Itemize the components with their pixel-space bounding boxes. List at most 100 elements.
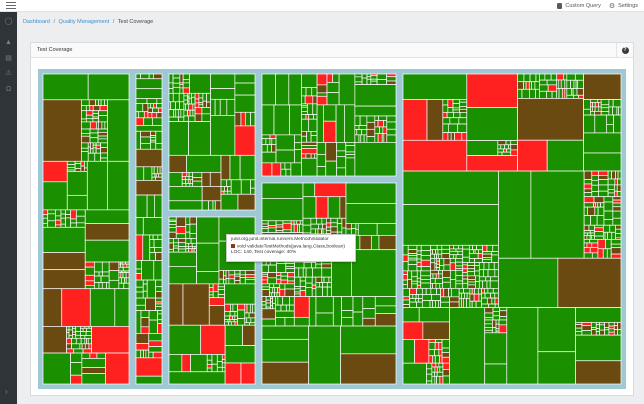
treemap-cell[interactable] (168, 109, 175, 118)
treemap-cell[interactable] (610, 253, 622, 259)
treemap-cell[interactable] (99, 105, 108, 112)
treemap-cell[interactable] (432, 355, 436, 364)
treemap-cell[interactable] (55, 224, 62, 228)
treemap-cell[interactable] (273, 283, 281, 289)
treemap-cell[interactable] (81, 99, 90, 107)
treemap-cell[interactable] (469, 293, 475, 302)
treemap-cell[interactable] (60, 217, 66, 225)
treemap-cell[interactable] (492, 327, 497, 334)
treemap-cell[interactable] (583, 170, 593, 180)
treemap-cell[interactable] (81, 135, 91, 144)
treemap-cell[interactable] (183, 92, 188, 97)
warning-icon[interactable]: ⚠ (4, 69, 13, 78)
treemap-cell[interactable] (189, 73, 211, 94)
treemap-cell[interactable] (223, 279, 227, 285)
treemap-cell[interactable] (228, 274, 236, 280)
treemap-cell[interactable] (455, 261, 464, 267)
treemap-cell[interactable] (140, 317, 150, 328)
treemap-cell[interactable] (595, 331, 601, 336)
treemap-cell[interactable] (416, 258, 422, 263)
treemap-cell[interactable] (304, 95, 314, 105)
treemap-cell[interactable] (374, 115, 379, 121)
treemap-cell[interactable] (168, 216, 177, 221)
treemap-cell[interactable] (354, 142, 397, 177)
treemap-cell[interactable] (523, 73, 531, 83)
treemap-cell[interactable] (303, 262, 312, 269)
treemap-cell[interactable] (482, 280, 488, 289)
treemap-cell[interactable] (227, 186, 232, 192)
treemap-cell[interactable] (338, 73, 356, 106)
treemap-cell[interactable] (200, 324, 226, 355)
treemap-cell[interactable] (485, 276, 491, 282)
treemap-cell[interactable] (311, 284, 317, 290)
treemap-cell[interactable] (234, 94, 256, 113)
treemap-cell[interactable] (492, 310, 500, 317)
treemap-cell[interactable] (430, 258, 436, 264)
treemap-cell[interactable] (547, 84, 558, 92)
treemap-cell[interactable] (583, 188, 593, 193)
treemap-cell[interactable] (234, 315, 238, 320)
treemap-cell[interactable] (184, 176, 190, 181)
treemap-cell[interactable] (261, 296, 267, 303)
treemap-cell[interactable] (168, 354, 183, 373)
treemap-cell[interactable] (377, 120, 385, 128)
treemap-cell[interactable] (442, 104, 449, 113)
treemap-cell[interactable] (449, 254, 454, 259)
treemap-cell[interactable] (168, 200, 203, 211)
treemap-cell[interactable] (483, 269, 489, 278)
treemap-cell[interactable] (420, 259, 431, 267)
treemap-cell[interactable] (449, 117, 460, 125)
treemap-cell[interactable] (376, 73, 388, 80)
treemap-cell[interactable] (613, 322, 618, 326)
treemap-cell[interactable] (573, 94, 579, 99)
treemap-cell[interactable] (299, 280, 307, 287)
treemap-cell[interactable] (422, 321, 450, 340)
treemap-cell[interactable] (220, 186, 225, 192)
treemap-cell[interactable] (168, 371, 226, 385)
treemap-cell[interactable] (432, 283, 437, 289)
treemap-cell[interactable] (602, 224, 611, 233)
treemap-cell[interactable] (546, 79, 558, 86)
treemap-cell[interactable] (431, 366, 436, 373)
treemap-cell[interactable] (188, 103, 194, 111)
treemap-cell[interactable] (114, 288, 130, 327)
treemap-cell[interactable] (179, 101, 185, 110)
treemap-cell[interactable] (447, 107, 454, 113)
treemap-cell[interactable] (81, 343, 86, 350)
treemap-cell[interactable] (224, 311, 231, 317)
treemap-cell[interactable] (276, 278, 282, 285)
treemap-cell[interactable] (430, 244, 438, 251)
treemap-cell[interactable] (285, 268, 295, 273)
treemap-svg[interactable] (38, 69, 626, 389)
treemap-cell[interactable] (603, 201, 614, 212)
treemap-cell[interactable] (610, 243, 622, 249)
treemap-cell[interactable] (462, 262, 468, 266)
treemap-cell[interactable] (341, 317, 354, 327)
treemap-cell[interactable] (173, 238, 179, 244)
treemap-cell[interactable] (293, 296, 310, 318)
treemap-cell[interactable] (121, 277, 126, 284)
treemap-cell[interactable] (598, 184, 609, 192)
treemap-cell[interactable] (591, 191, 599, 198)
treemap-cell[interactable] (301, 153, 307, 159)
treemap-cell[interactable] (402, 73, 468, 100)
treemap-cell[interactable] (218, 278, 224, 285)
treemap-cell[interactable] (97, 138, 108, 144)
treemap-cell[interactable] (85, 331, 93, 336)
treemap-cell[interactable] (153, 73, 163, 80)
treemap-cell[interactable] (70, 209, 77, 220)
treemap-cell[interactable] (531, 81, 536, 90)
treemap-cell[interactable] (468, 258, 475, 263)
treemap-cell[interactable] (594, 227, 604, 232)
treemap-cell[interactable] (94, 271, 100, 277)
treemap-cell[interactable] (590, 111, 595, 116)
treemap-cell[interactable] (142, 103, 149, 113)
treemap-cell[interactable] (280, 162, 286, 170)
treemap-cell[interactable] (135, 117, 145, 126)
treemap-cell[interactable] (234, 82, 256, 96)
treemap-cell[interactable] (591, 184, 599, 192)
treemap-cell[interactable] (546, 139, 584, 172)
treemap-cell[interactable] (81, 110, 87, 120)
treemap-cell[interactable] (188, 248, 193, 253)
treemap-cell[interactable] (441, 253, 451, 259)
